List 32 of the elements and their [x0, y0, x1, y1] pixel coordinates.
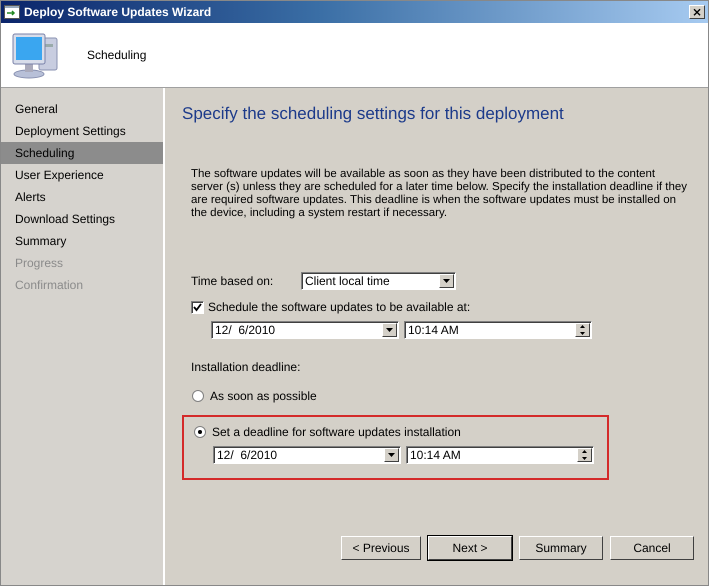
section-heading: Specify the scheduling settings for this deployment [182, 104, 565, 125]
option-label: Set a deadline for software updates installation [212, 425, 461, 439]
nav-item[interactable]: User Experience [1, 164, 163, 186]
window-title: Deploy Software Updates Wizard [24, 5, 212, 19]
time-based-label: Time based on: [191, 274, 274, 288]
wizard-button[interactable]: < Previous [341, 536, 421, 560]
wizard-button[interactable]: Summary [519, 536, 603, 560]
nav-item[interactable]: Deployment Settings [1, 120, 163, 142]
time-basis-dropdown[interactable]: Client local time [301, 272, 456, 290]
time-spinner[interactable]: 10:14 AM [404, 321, 592, 339]
wizard-button[interactable]: Next > [428, 536, 512, 560]
nav-item[interactable]: Alerts [1, 186, 163, 208]
date-picker[interactable]: 12/ 6/2010 [211, 321, 399, 339]
spinner-arrows-icon [575, 323, 590, 337]
option-label: As soon as possible [210, 389, 317, 403]
checkbox[interactable] [191, 300, 204, 314]
wizard-button[interactable]: Cancel [610, 536, 694, 560]
nav-item[interactable]: Scheduling [1, 142, 163, 164]
nav-item[interactable]: Download Settings [1, 208, 163, 230]
radio-button[interactable] [192, 390, 204, 402]
schedule-label: Schedule the software updates to be available at: [208, 300, 470, 314]
page-title: Scheduling [87, 48, 146, 62]
description-text: The software updates will be available as soon as they have been distributed to the content server (s) unless they are scheduled for a later time below. Specify the installation deadline if they are required software updates. This deadline is when the software updates must be installed on the device, including a system restart if necessary. [191, 168, 688, 220]
window-icon [4, 5, 20, 19]
close-button[interactable]: × [689, 5, 705, 19]
date-picker[interactable]: 12/ 6/2010 [213, 446, 401, 464]
nav-item[interactable]: General [1, 98, 163, 120]
deadline-label: Installation deadline: [191, 360, 302, 374]
spinner-arrows-icon [577, 448, 592, 462]
nav-item[interactable]: Summary [1, 230, 163, 252]
radio-button[interactable] [194, 426, 206, 438]
time-spinner[interactable]: 10:14 AM [406, 446, 594, 464]
